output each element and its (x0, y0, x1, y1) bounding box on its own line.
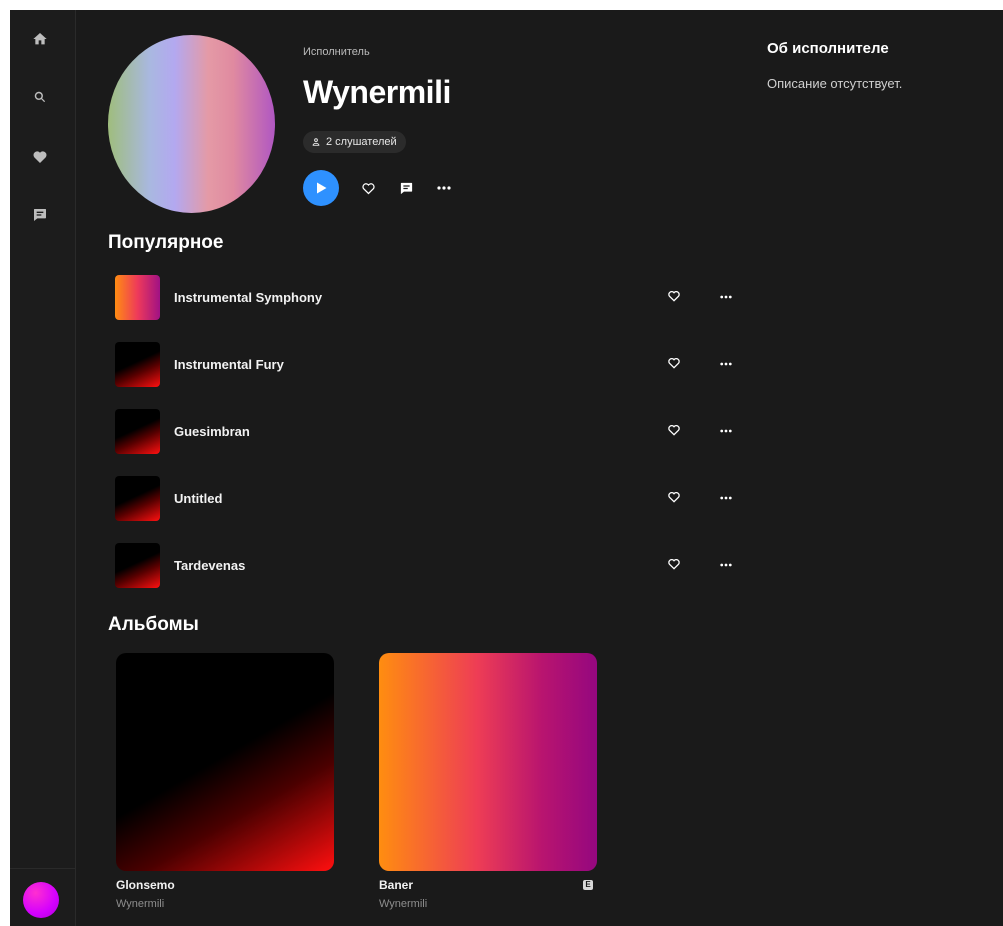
heart-outline-icon (668, 357, 680, 369)
sidebar (10, 10, 76, 926)
more-horizontal-icon (720, 563, 732, 567)
artist-name: Wynermili (303, 74, 451, 110)
artist-type-label: Исполнитель (303, 46, 370, 58)
album-title: Glonsemo (116, 878, 175, 892)
track-cover (115, 408, 160, 454)
track-cover (115, 341, 160, 387)
track-row[interactable]: Instrumental Fury (115, 341, 745, 387)
album-card[interactable]: Baner E Wynermili (379, 653, 597, 910)
play-icon (316, 182, 326, 194)
avatar[interactable] (23, 882, 59, 918)
sidebar-bottom (10, 868, 76, 926)
track-more-button[interactable] (718, 289, 734, 305)
heart-outline-icon (668, 558, 680, 570)
sidebar-item-home[interactable] (25, 24, 55, 54)
album-artist[interactable]: Wynermili (116, 898, 334, 910)
album-cover (379, 653, 597, 871)
like-track-button[interactable] (667, 423, 683, 439)
sidebar-item-messages[interactable] (25, 200, 55, 230)
artist-actions (303, 170, 453, 206)
album-cover (116, 653, 334, 871)
listeners-count: 2 слушателей (326, 136, 397, 148)
chat-icon (400, 182, 412, 194)
app-window: Исполнитель Wynermili 2 слушателей Об ис… (10, 10, 1003, 926)
track-title: Tardevenas (174, 557, 246, 573)
comments-button[interactable] (397, 179, 415, 197)
albums-section-title: Альбомы (108, 614, 199, 635)
track-more-button[interactable] (718, 490, 734, 506)
play-button[interactable] (303, 170, 339, 206)
track-cover (115, 475, 160, 521)
track-title: Guesimbran (174, 423, 250, 439)
sidebar-item-search[interactable] (25, 82, 55, 112)
chat-icon (34, 209, 46, 221)
album-artist[interactable]: Wynermili (379, 898, 597, 910)
user-icon (312, 138, 320, 146)
like-track-button[interactable] (667, 356, 683, 372)
more-horizontal-icon (720, 295, 732, 299)
heart-outline-icon (668, 424, 680, 436)
track-cover (115, 542, 160, 588)
track-title: Instrumental Fury (174, 356, 284, 372)
track-row[interactable]: Guesimbran (115, 408, 745, 454)
album-title-row: Baner E (379, 878, 597, 892)
track-more-button[interactable] (718, 557, 734, 573)
album-title-row: Glonsemo (116, 878, 334, 892)
album-card[interactable]: Glonsemo Wynermili (116, 653, 334, 910)
like-artist-button[interactable] (359, 179, 377, 197)
more-horizontal-icon (720, 362, 732, 366)
more-options-button[interactable] (435, 179, 453, 197)
sidebar-item-favorites[interactable] (25, 142, 55, 172)
listeners-badge: 2 слушателей (303, 131, 406, 153)
more-horizontal-icon (437, 186, 451, 190)
heart-icon (33, 151, 47, 163)
track-cover (115, 274, 160, 320)
artist-cover (108, 35, 275, 213)
track-more-button[interactable] (718, 356, 734, 372)
track-row[interactable]: Instrumental Symphony (115, 274, 745, 320)
track-row[interactable]: Untitled (115, 475, 745, 521)
home-icon (33, 33, 47, 45)
heart-outline-icon (668, 491, 680, 503)
more-horizontal-icon (720, 496, 732, 500)
heart-outline-icon (361, 182, 375, 194)
popular-section-title: Популярное (108, 232, 224, 253)
track-more-button[interactable] (718, 423, 734, 439)
search-icon (34, 91, 46, 103)
like-track-button[interactable] (667, 289, 683, 305)
about-text: Описание отсутствует. (767, 76, 903, 91)
track-title: Instrumental Symphony (174, 289, 323, 305)
explicit-badge: E (583, 880, 593, 890)
more-horizontal-icon (720, 429, 732, 433)
about-title: Об исполнителе (767, 40, 889, 57)
like-track-button[interactable] (667, 490, 683, 506)
like-track-button[interactable] (667, 557, 683, 573)
track-title: Untitled (174, 490, 223, 506)
album-title: Baner (379, 878, 414, 892)
track-row[interactable]: Tardevenas (115, 542, 745, 588)
heart-outline-icon (668, 290, 680, 302)
